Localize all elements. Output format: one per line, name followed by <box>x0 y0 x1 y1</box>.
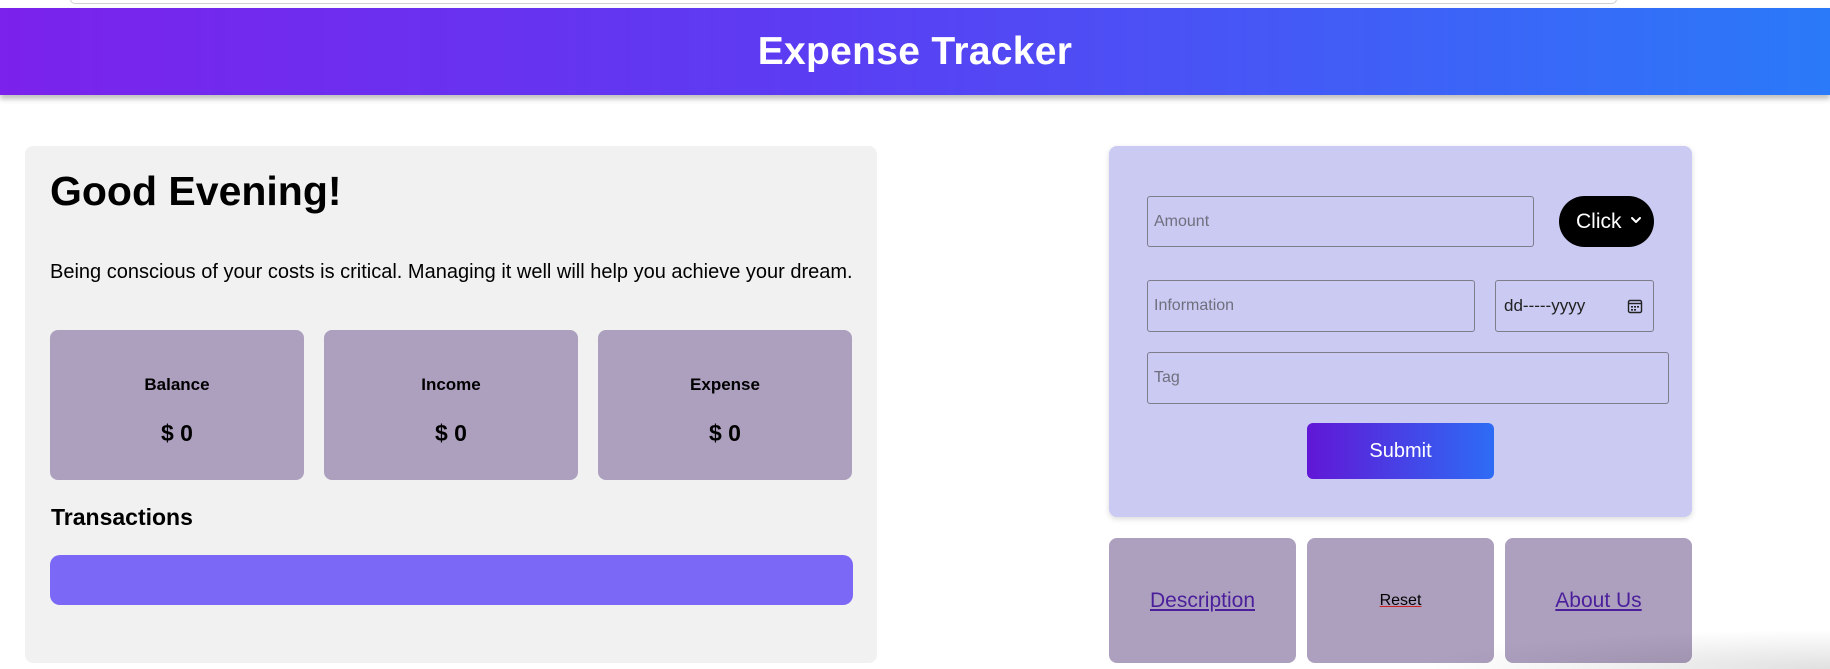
expense-value: $ 0 <box>709 420 741 446</box>
income-value: $ 0 <box>435 420 467 446</box>
browser-top-strip <box>0 0 1830 8</box>
expense-card: Expense $ 0 <box>598 330 852 480</box>
transactions-heading: Transactions <box>51 504 193 530</box>
balance-card: Balance $ 0 <box>50 330 304 480</box>
reset-tile: Reset <box>1307 538 1494 663</box>
date-placeholder: dd-----yyyy <box>1504 296 1586 315</box>
reset-button[interactable]: Reset <box>1380 592 1422 610</box>
about-us-link[interactable]: About Us <box>1555 589 1641 613</box>
submit-button[interactable]: Submit <box>1307 423 1494 479</box>
greeting-heading: Good Evening! <box>50 168 342 214</box>
income-card: Income $ 0 <box>324 330 578 480</box>
about-tile: About Us <box>1505 538 1692 663</box>
tag-input[interactable] <box>1147 352 1669 404</box>
balance-label: Balance <box>144 375 210 394</box>
chevron-down-icon <box>1631 217 1641 223</box>
address-bar-edge <box>70 0 1617 4</box>
transaction-form: Click dd-----yyyy Submit <box>1109 146 1692 517</box>
type-select[interactable]: Click <box>1559 196 1654 247</box>
information-input[interactable] <box>1147 280 1475 332</box>
calendar-icon[interactable] <box>1627 298 1643 314</box>
expense-label: Expense <box>690 375 760 394</box>
app-header: Expense Tracker <box>0 8 1830 95</box>
tagline-text: Being conscious of your costs is critica… <box>50 261 853 283</box>
balance-value: $ 0 <box>161 420 193 446</box>
type-select-value: Click <box>1576 209 1622 233</box>
date-input[interactable]: dd-----yyyy <box>1495 280 1654 332</box>
transactions-list <box>50 555 853 605</box>
summary-panel: Good Evening! Being conscious of your co… <box>25 146 877 663</box>
app-title: Expense Tracker <box>757 29 1073 73</box>
description-link[interactable]: Description <box>1150 589 1255 613</box>
amount-input[interactable] <box>1147 196 1534 247</box>
description-tile: Description <box>1109 538 1296 663</box>
income-label: Income <box>421 375 481 394</box>
